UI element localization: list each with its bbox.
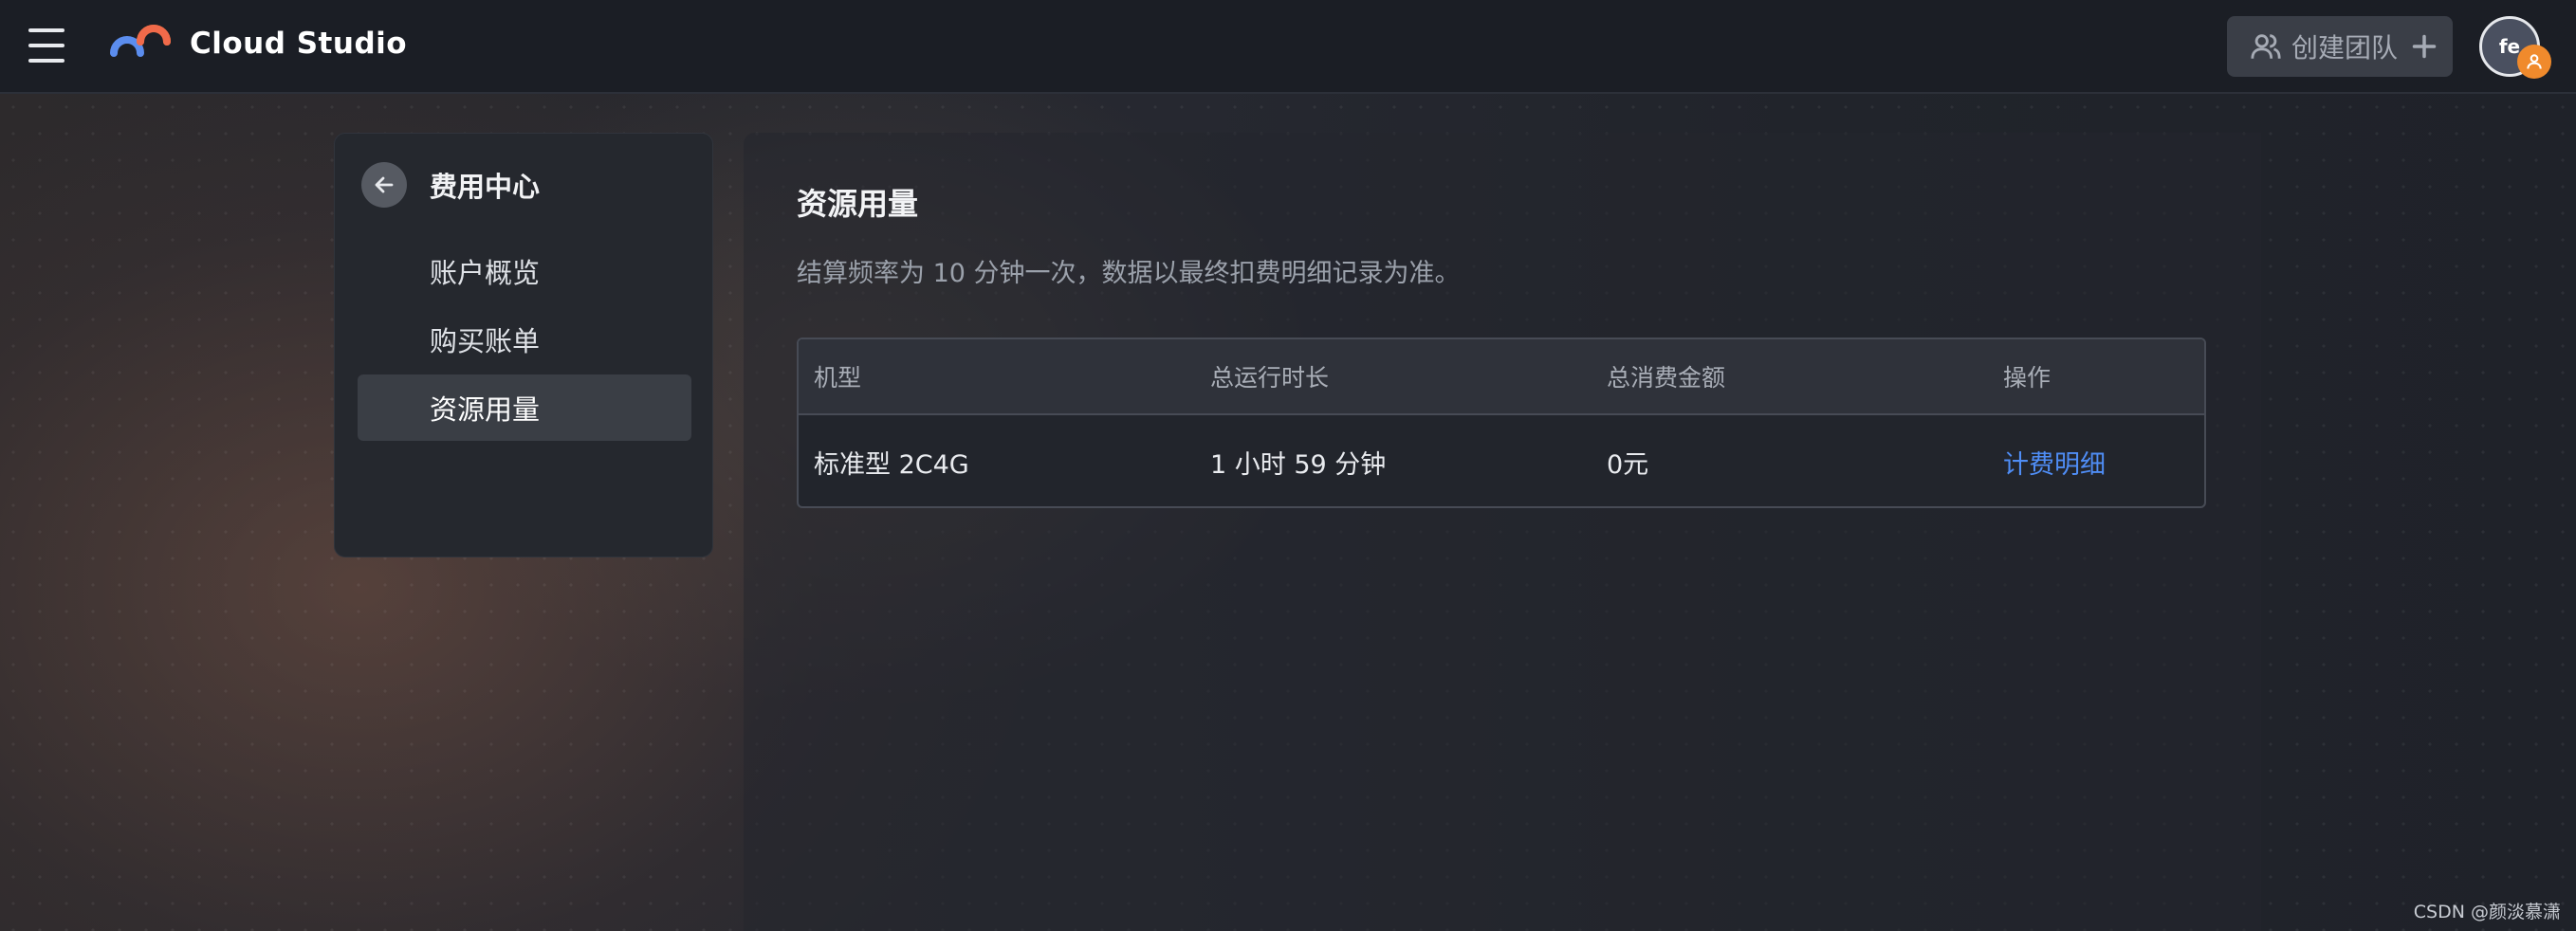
plus-icon: [2412, 34, 2437, 59]
back-button[interactable]: [361, 162, 407, 208]
table-row: 标准型 2C4G 1 小时 59 分钟 0元 计费明细: [799, 415, 2204, 506]
avatar-initials: fe: [2498, 35, 2521, 58]
page-description: 结算频率为 10 分钟一次，数据以最终扣费明细记录为准。: [797, 259, 1461, 288]
create-team-button[interactable]: 创建团队: [2227, 16, 2453, 77]
sidebar-item-label: 购买账单: [430, 325, 541, 357]
sidebar-item-label: 账户概览: [430, 257, 541, 289]
column-header-action: 操作: [2003, 364, 2052, 392]
team-icon: [2251, 34, 2281, 59]
billing-details-link[interactable]: 计费明细: [2003, 444, 2106, 481]
watermark: CSDN @颜淡慕潇: [2413, 902, 2561, 922]
column-header-amount: 总消费金额: [1607, 364, 1726, 392]
create-team-label: 创建团队: [2291, 32, 2399, 64]
cell-amount: 0元: [1607, 449, 1649, 480]
cloud-studio-logo-icon: [110, 25, 171, 57]
main-panel: 资源用量 结算频率为 10 分钟一次，数据以最终扣费明细记录为准。 机型 总运行…: [744, 133, 2261, 931]
user-badge-icon: [2517, 45, 2551, 79]
sidebar-item-account-overview[interactable]: 账户概览: [358, 238, 691, 304]
table-header: 机型 总运行时长 总消费金额 操作: [799, 339, 2204, 415]
column-header-duration: 总运行时长: [1210, 364, 1330, 392]
column-header-model: 机型: [814, 364, 862, 392]
page-title: 资源用量: [797, 186, 919, 222]
billing-sidebar: 费用中心 账户概览 购买账单 资源用量: [334, 133, 713, 557]
menu-icon[interactable]: [28, 28, 64, 63]
top-header: Cloud Studio 创建团队 fe: [0, 0, 2576, 94]
sidebar-item-purchase-bills[interactable]: 购买账单: [358, 306, 691, 373]
sidebar-header: 费用中心: [361, 162, 540, 208]
sidebar-item-label: 资源用量: [430, 393, 541, 426]
sidebar-item-resource-usage[interactable]: 资源用量: [358, 374, 691, 441]
arrow-left-icon: [375, 176, 394, 193]
usage-table: 机型 总运行时长 总消费金额 操作 标准型 2C4G 1 小时 59 分钟 0元…: [797, 338, 2206, 508]
brand-name[interactable]: Cloud Studio: [190, 27, 407, 61]
sidebar-title: 费用中心: [430, 171, 541, 203]
cell-duration: 1 小时 59 分钟: [1210, 449, 1387, 480]
cell-model: 标准型 2C4G: [814, 449, 969, 480]
